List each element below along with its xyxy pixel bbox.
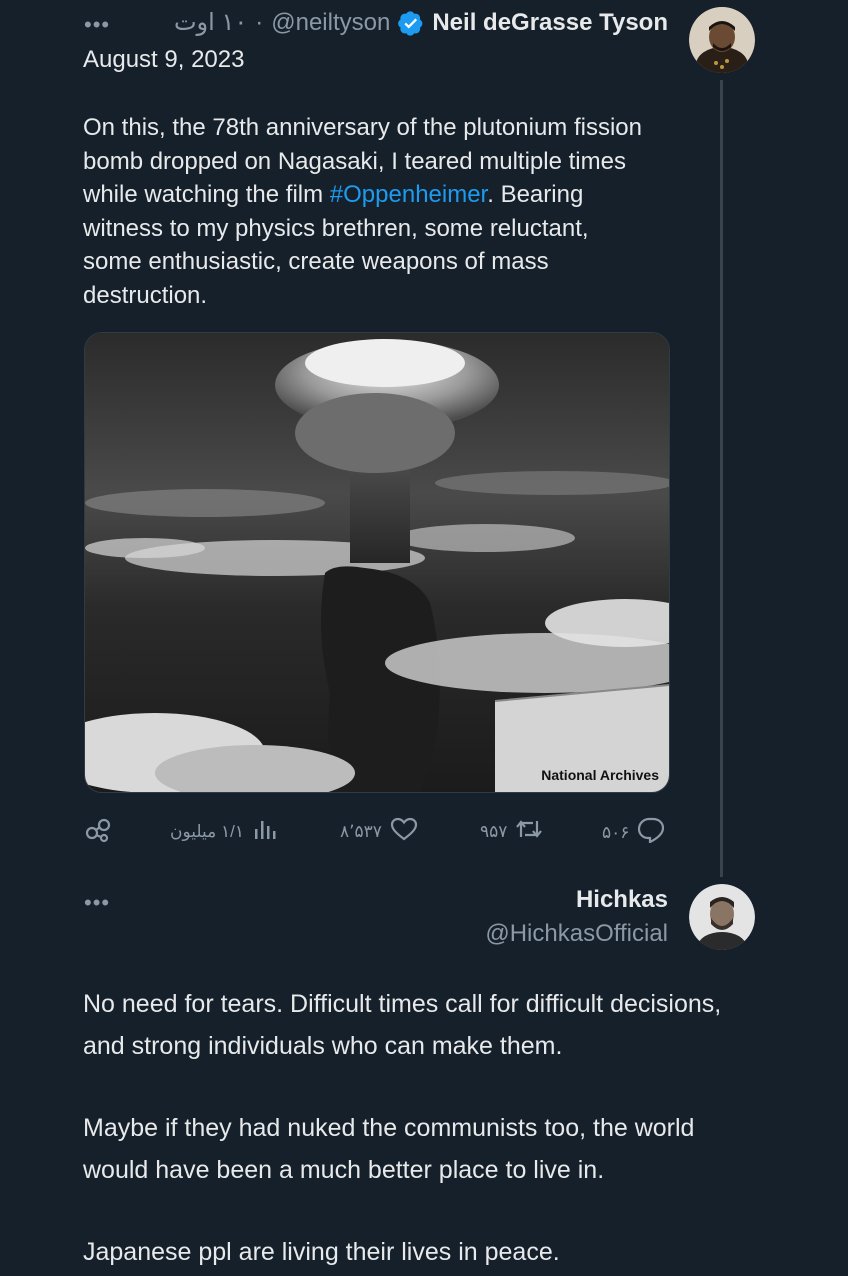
- mushroom-cloud-photo: [85, 333, 669, 792]
- like-count: ۸٬۵۳۷: [340, 821, 382, 841]
- tweet-more-button[interactable]: •••: [84, 14, 110, 36]
- action-bar: ۱/۱ میلیون ۸٬۵۳۷ ۹۵۷ ۵۰۶: [84, 813, 668, 847]
- header-separator: ·: [255, 8, 264, 36]
- avatar-portrait: [689, 7, 755, 73]
- views-stat[interactable]: ۱/۱ میلیون: [170, 817, 276, 846]
- retweet-stat[interactable]: ۹۵۷: [480, 817, 543, 846]
- retweet-count: ۹۵۷: [480, 821, 508, 841]
- tweet-date: August 9, 2023: [83, 46, 245, 73]
- author-avatar[interactable]: [689, 7, 755, 73]
- reply-author-handle[interactable]: @HichkasOfficial: [485, 920, 668, 948]
- views-count: ۱/۱ میلیون: [170, 821, 244, 841]
- verified-badge-icon: [398, 10, 424, 36]
- media-credit: National Archives: [541, 767, 659, 783]
- reply-avatar-portrait: [689, 884, 755, 950]
- like-stat[interactable]: ۸٬۵۳۷: [340, 817, 418, 846]
- tweet-text: On this, the 78th anniversary of the plu…: [83, 111, 653, 312]
- retweet-icon: [515, 817, 543, 846]
- reply-paragraph-2: Maybe if they had nuked the communists t…: [83, 1114, 695, 1184]
- tweet-header: ۱۰ اوت · @neiltyson Neil deGrasse Tyson: [174, 8, 668, 37]
- reply-author-name[interactable]: Hichkas: [576, 886, 668, 914]
- thread-line: [720, 80, 723, 877]
- reply-stat[interactable]: ۵۰۶: [602, 817, 665, 848]
- author-handle[interactable]: @neiltyson: [271, 9, 390, 37]
- views-icon: [252, 817, 276, 846]
- like-icon: [390, 817, 418, 846]
- reply-paragraph-1: No need for tears. Difficult times call …: [83, 990, 722, 1060]
- tweet-media[interactable]: National Archives: [84, 332, 670, 793]
- reply-more-button[interactable]: •••: [84, 892, 110, 914]
- reply-avatar[interactable]: [689, 884, 755, 950]
- share-icon[interactable]: [84, 817, 112, 848]
- reply-count: ۵۰۶: [602, 822, 630, 842]
- tweet-time[interactable]: ۱۰ اوت: [174, 8, 247, 37]
- reply-paragraph-3: Japanese ppl are living their lives in p…: [83, 1238, 560, 1266]
- author-name[interactable]: Neil deGrasse Tyson: [432, 9, 668, 37]
- reply-icon: [637, 817, 665, 848]
- hashtag-link[interactable]: #Oppenheimer: [330, 181, 487, 208]
